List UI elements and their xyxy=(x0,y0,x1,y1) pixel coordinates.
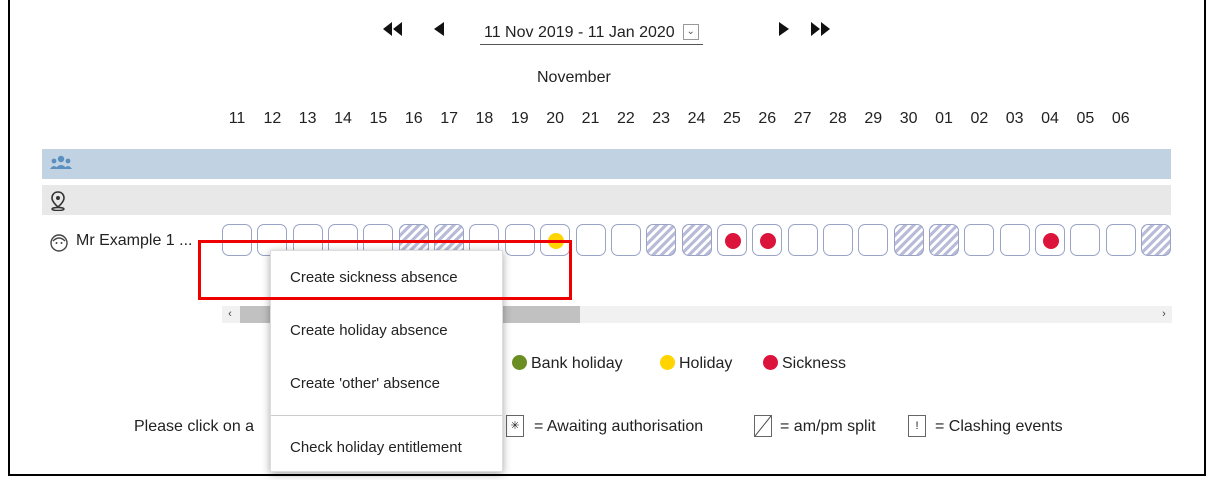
legend-holiday-label: Holiday xyxy=(679,355,733,372)
team-icon xyxy=(50,155,72,176)
clashing-events-icon: ! xyxy=(908,415,926,437)
day-cell[interactable] xyxy=(646,224,677,256)
menu-divider xyxy=(271,415,502,416)
day-header: 25 xyxy=(722,110,741,127)
day-cell[interactable] xyxy=(893,224,924,256)
location-row[interactable] xyxy=(42,185,1171,215)
day-cell[interactable] xyxy=(929,224,959,256)
chevron-down-icon[interactable]: ⌄ xyxy=(682,24,699,40)
day-header: 16 xyxy=(404,110,423,127)
first-page-icon[interactable] xyxy=(383,22,403,42)
day-header: 05 xyxy=(1076,110,1095,127)
day-header: 03 xyxy=(1005,110,1024,127)
day-header: 22 xyxy=(616,110,635,127)
day-header: 30 xyxy=(899,110,918,127)
next-icon[interactable] xyxy=(778,22,790,42)
menu-item-check-entitlement[interactable]: Check holiday entitlement xyxy=(271,426,502,470)
menu-item-create-holiday[interactable]: Create holiday absence xyxy=(271,309,502,353)
day-header: 18 xyxy=(475,110,494,127)
day-cell[interactable] xyxy=(1035,224,1066,256)
legend-bank-holiday-label: Bank holiday xyxy=(531,355,623,372)
location-pin-icon xyxy=(50,191,66,216)
sickness-dot-icon xyxy=(763,355,778,370)
day-header: 13 xyxy=(298,110,317,127)
date-range-label: 11 Nov 2019 - 11 Jan 2020 xyxy=(484,24,675,41)
legend-holiday: Holiday xyxy=(660,355,732,373)
day-header: 20 xyxy=(546,110,565,127)
day-cell[interactable] xyxy=(787,224,818,256)
day-header: 19 xyxy=(510,110,529,127)
day-header: 27 xyxy=(793,110,812,127)
bank-holiday-dot-icon xyxy=(512,355,527,370)
day-cell[interactable] xyxy=(752,224,783,256)
day-header: 02 xyxy=(970,110,989,127)
day-header: 06 xyxy=(1111,110,1130,127)
scroll-left-icon[interactable]: ‹ xyxy=(222,306,238,323)
month-label: November xyxy=(537,69,611,86)
date-navigation: 11 Nov 2019 - 11 Jan 2020 ⌄ xyxy=(0,18,1212,48)
day-cell[interactable] xyxy=(610,224,641,256)
day-header: 04 xyxy=(1041,110,1059,127)
awaiting-authorisation-icon: ✳ xyxy=(506,415,524,437)
menu-item-create-other[interactable]: Create 'other' absence xyxy=(271,362,502,406)
instruction-text: Please click on a xyxy=(134,418,255,435)
day-header: 12 xyxy=(263,110,282,127)
last-page-icon[interactable] xyxy=(810,22,830,42)
legend-sickness: Sickness xyxy=(763,355,846,373)
date-range-select[interactable]: 11 Nov 2019 - 11 Jan 2020 ⌄ xyxy=(480,22,703,45)
highlight-box xyxy=(198,240,572,300)
day-header: 01 xyxy=(935,110,953,127)
legend-sickness-label: Sickness xyxy=(782,355,847,372)
day-cell[interactable] xyxy=(822,224,853,256)
day-cell[interactable] xyxy=(575,224,606,256)
day-cell[interactable] xyxy=(1105,224,1136,256)
day-header: 17 xyxy=(440,110,458,127)
day-header: 23 xyxy=(652,110,671,127)
am-pm-split-label: = am/pm split xyxy=(780,418,876,435)
day-cell[interactable] xyxy=(858,224,889,256)
scroll-right-icon[interactable]: › xyxy=(1156,306,1172,323)
sickness-dot-icon xyxy=(1043,233,1060,249)
legend-bank-holiday: Bank holiday xyxy=(512,355,623,373)
previous-icon[interactable] xyxy=(433,22,445,42)
day-header: 15 xyxy=(369,110,388,127)
day-header: 28 xyxy=(829,110,847,127)
day-cell[interactable] xyxy=(681,224,712,256)
day-header: 14 xyxy=(334,110,352,127)
holiday-dot-icon xyxy=(660,355,675,370)
day-cell[interactable] xyxy=(999,224,1030,256)
am-pm-split-icon xyxy=(754,415,772,437)
awaiting-authorisation-label: = Awaiting authorisation xyxy=(534,418,704,435)
person-name: Mr Example 1 ... xyxy=(76,232,193,249)
sickness-dot-icon xyxy=(724,233,741,249)
day-header: 11 xyxy=(228,110,246,127)
day-header: 24 xyxy=(687,110,706,127)
day-cell[interactable] xyxy=(964,224,995,256)
clashing-events-label: = Clashing events xyxy=(935,418,1063,435)
user-icon xyxy=(50,234,68,257)
day-cell[interactable] xyxy=(716,224,747,256)
team-row[interactable] xyxy=(42,149,1171,179)
sickness-dot-icon xyxy=(760,233,777,249)
day-cell[interactable] xyxy=(1141,224,1172,256)
day-header: 26 xyxy=(758,110,777,127)
day-header: 21 xyxy=(581,110,600,127)
day-header: 29 xyxy=(864,110,883,127)
day-cell[interactable] xyxy=(1070,224,1101,256)
